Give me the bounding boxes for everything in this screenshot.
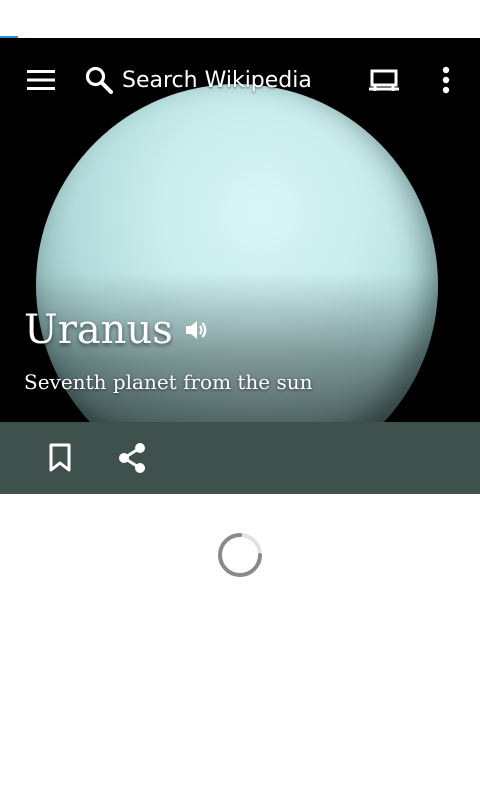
pronunciation-audio-button[interactable] <box>183 316 211 344</box>
nav-menu-button[interactable] <box>20 58 64 102</box>
article-content <box>0 494 480 800</box>
article-title-row: Uranus <box>24 305 211 355</box>
more-vert-icon <box>442 66 450 94</box>
article-action-bar <box>0 422 480 494</box>
overflow-menu-button[interactable] <box>426 58 466 102</box>
loading-spinner <box>218 533 262 577</box>
reading-list-icon <box>369 69 399 91</box>
article-title: Uranus <box>24 307 173 353</box>
share-button[interactable] <box>110 436 154 480</box>
app-toolbar: Search Wikipedia <box>0 38 480 122</box>
reading-lists-button[interactable] <box>362 58 406 102</box>
menu-icon <box>27 70 55 90</box>
article-description: Seventh planet from the sun <box>24 370 313 394</box>
bookmark-icon <box>49 443 71 472</box>
search-placeholder: Search Wikipedia <box>122 67 312 93</box>
save-to-list-button[interactable] <box>38 436 82 480</box>
search-input[interactable]: Search Wikipedia <box>84 58 354 102</box>
volume-icon <box>185 321 207 339</box>
status-bar <box>0 0 480 38</box>
search-icon <box>85 66 113 94</box>
share-icon <box>119 443 145 473</box>
